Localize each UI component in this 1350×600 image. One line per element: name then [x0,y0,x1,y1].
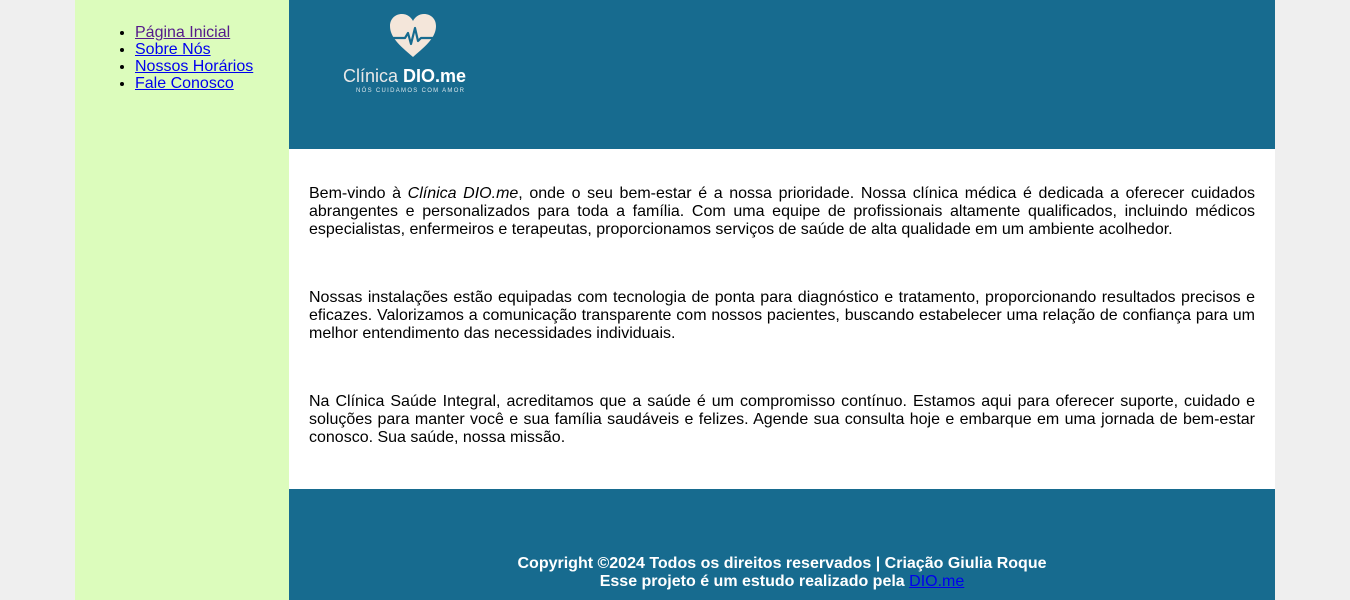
intro-paragraph: Bem-vindo à Clínica DIO.me, onde o seu b… [309,185,1255,239]
nav-item-contact: Fale Conosco [135,75,289,92]
nav-link-nossos-horarios[interactable]: Nossos Horários [135,58,253,75]
intro-text-before: Bem-vindo à [309,185,408,202]
mission-paragraph: Na Clínica Saúde Integral, acreditamos q… [309,393,1255,446]
logo-text-bold: DIO.me [403,66,467,86]
nav-list: Página Inicial Sobre Nós Nossos Horários… [75,0,289,92]
nav-item-about: Sobre Nós [135,41,289,58]
header: Clínica DIO.me NÓS CUIDAMOS COM AMOR [289,0,1275,149]
main-content: Bem-vindo à Clínica DIO.me, onde o seu b… [289,149,1275,489]
nav-link-fale-conosco[interactable]: Fale Conosco [135,75,234,92]
dio-link[interactable]: DIO.me [909,573,964,590]
logo-tagline: NÓS CUIDAMOS COM AMOR [356,88,466,94]
facilities-paragraph: Nossas instalações estão equipadas com t… [309,289,1255,342]
heart-pulse-icon [390,14,436,57]
nav-link-pagina-inicial[interactable]: Página Inicial [135,24,230,41]
nav-item-hours: Nossos Horários [135,58,289,75]
clinic-logo[interactable]: Clínica DIO.me NÓS CUIDAMOS COM AMOR [343,14,483,98]
page: Página Inicial Sobre Nós Nossos Horários… [75,0,1275,600]
logo-text: Clínica DIO.me [343,66,483,87]
sidebar: Página Inicial Sobre Nós Nossos Horários… [75,0,289,600]
copyright-text: Copyright ©2024 Todos os direitos reserv… [517,555,1047,572]
logo-text-light: Clínica [343,66,404,86]
nav-link-sobre-nos[interactable]: Sobre Nós [135,41,211,58]
nav-item-home: Página Inicial [135,24,289,41]
clinic-name-emphasis: Clínica DIO.me [407,185,519,202]
study-line: Esse projeto é um estudo realizado pela … [289,573,1275,591]
footer-text: Copyright ©2024 Todos os direitos reserv… [289,555,1275,591]
study-text: Esse projeto é um estudo realizado pela [599,573,910,590]
footer: Copyright ©2024 Todos os direitos reserv… [289,489,1275,600]
